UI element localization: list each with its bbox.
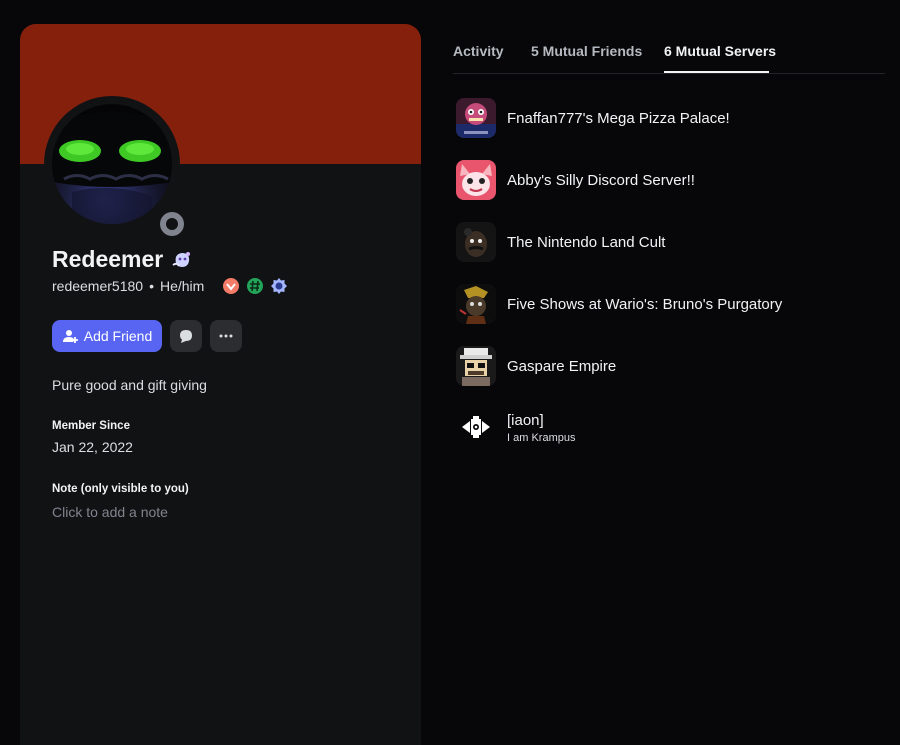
server-name: [iaon] <box>507 412 544 429</box>
separator: • <box>149 278 154 294</box>
active-tab-indicator <box>664 71 769 73</box>
status-offline-indicator <box>153 205 191 243</box>
hashtag-badge-icon[interactable] <box>246 277 264 295</box>
list-item[interactable]: Five Shows at Wario's: Bruno's Purgatory <box>456 283 886 325</box>
list-item[interactable]: Gaspare Empire <box>456 345 886 387</box>
more-options-button[interactable] <box>210 320 242 352</box>
nitro-badge-icon[interactable] <box>270 277 288 295</box>
hypesquad-badge-icon[interactable] <box>222 277 240 295</box>
server-name: Gaspare Empire <box>507 357 617 375</box>
server-name: Five Shows at Wario's: Bruno's Purgatory <box>507 295 783 313</box>
profile-card: Redeemer redeemer5180 • He/him Add Frien… <box>20 24 421 745</box>
bio: Pure good and gift giving <box>52 377 207 393</box>
server-icon <box>456 284 496 324</box>
server-subtitle: I am Krampus <box>507 432 576 444</box>
username: redeemer5180 <box>52 278 144 294</box>
server-name: Fnaffan777's Mega Pizza Palace! <box>507 109 730 127</box>
add-friend-label: Add Friend <box>83 328 153 344</box>
list-item[interactable]: The Nintendo Land Cult <box>456 221 886 263</box>
add-user-icon <box>62 330 78 343</box>
add-friend-button[interactable]: Add Friend <box>52 320 162 352</box>
tab-mutual-servers[interactable]: 6 Mutual Servers <box>664 43 776 59</box>
server-icon <box>456 222 496 262</box>
avatar-image <box>52 111 172 224</box>
more-horizontal-icon <box>219 334 233 338</box>
display-name-row: Redeemer <box>52 246 193 273</box>
member-since-value: Jan 22, 2022 <box>52 439 133 455</box>
user-profile-modal: Redeemer redeemer5180 • He/him Add Frien… <box>0 0 900 745</box>
avatar[interactable] <box>52 104 172 224</box>
list-item[interactable]: Abby's Silly Discord Server!! <box>456 159 886 201</box>
username-row: redeemer5180 • He/him <box>52 277 288 295</box>
chat-bubble-icon <box>180 330 192 343</box>
tab-activity[interactable]: Activity <box>453 43 504 59</box>
server-icon <box>456 98 496 138</box>
pronouns: He/him <box>159 278 205 294</box>
member-since-label: Member Since <box>52 420 130 432</box>
list-item[interactable]: Fnaffan777's Mega Pizza Palace! <box>456 97 886 139</box>
profile-actions: Add Friend <box>52 320 242 352</box>
server-name: Abby's Silly Discord Server!! <box>507 171 695 189</box>
list-item[interactable]: [iaon] I am Krampus <box>456 407 886 449</box>
display-name: Redeemer <box>52 246 164 272</box>
tab-mutual-friends[interactable]: 5 Mutual Friends <box>531 43 642 59</box>
ghost-decoration-icon <box>172 251 191 267</box>
server-icon <box>456 408 496 448</box>
server-name: The Nintendo Land Cult <box>507 233 666 251</box>
server-icon <box>456 346 496 386</box>
note-label: Note (only visible to you) <box>52 483 189 495</box>
avatar-container <box>44 96 191 243</box>
server-icon <box>456 160 496 200</box>
note-input[interactable] <box>52 502 392 522</box>
profile-tabs: Activity 5 Mutual Friends 6 Mutual Serve… <box>453 0 885 74</box>
message-button[interactable] <box>170 320 202 352</box>
